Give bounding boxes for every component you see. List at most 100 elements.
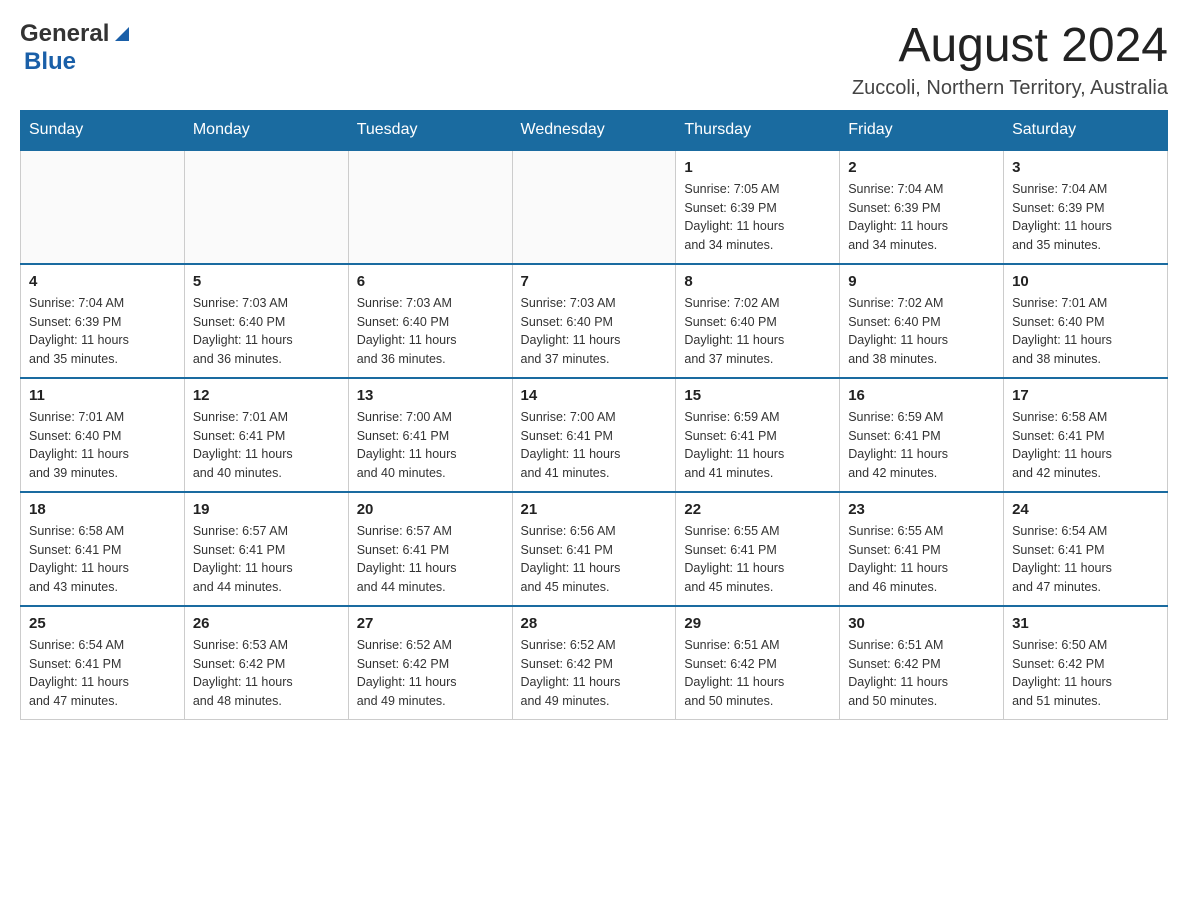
- day-number: 16: [848, 387, 995, 404]
- day-number: 27: [357, 615, 504, 632]
- day-number: 9: [848, 273, 995, 290]
- day-number: 17: [1012, 387, 1159, 404]
- day-info: Sunrise: 6:59 AM Sunset: 6:41 PM Dayligh…: [684, 408, 831, 483]
- day-cell: 24Sunrise: 6:54 AM Sunset: 6:41 PM Dayli…: [1004, 492, 1168, 606]
- day-number: 24: [1012, 501, 1159, 518]
- day-cell: 23Sunrise: 6:55 AM Sunset: 6:41 PM Dayli…: [840, 492, 1004, 606]
- day-info: Sunrise: 7:03 AM Sunset: 6:40 PM Dayligh…: [521, 294, 668, 369]
- day-info: Sunrise: 6:53 AM Sunset: 6:42 PM Dayligh…: [193, 636, 340, 711]
- day-info: Sunrise: 6:51 AM Sunset: 6:42 PM Dayligh…: [848, 636, 995, 711]
- day-info: Sunrise: 7:00 AM Sunset: 6:41 PM Dayligh…: [521, 408, 668, 483]
- day-number: 19: [193, 501, 340, 518]
- day-cell: 15 Sunrise: 6:59 AM Sunset: 6:41 PM Dayli…: [676, 378, 840, 492]
- day-info: Sunrise: 6:55 AM Sunset: 6:41 PM Dayligh…: [848, 522, 995, 597]
- page-header: General Blue August 2024 Zuccoli, Northe…: [20, 20, 1168, 100]
- day-info: Sunrise: 6:58 AM Sunset: 6:41 PM Dayligh…: [1012, 408, 1159, 483]
- calendar-header-saturday: Saturday: [1004, 110, 1168, 150]
- day-cell: 20Sunrise: 6:57 AM Sunset: 6:41 PM Dayli…: [348, 492, 512, 606]
- day-number: 1: [684, 159, 831, 176]
- day-cell: 26 Sunrise: 6:53 AM Sunset: 6:42 PM Dayli…: [184, 606, 348, 720]
- day-cell: 29 Sunrise: 6:51 AM Sunset: 6:42 PM Dayli…: [676, 606, 840, 720]
- day-number: 31: [1012, 615, 1159, 632]
- calendar-header-friday: Friday: [840, 110, 1004, 150]
- day-number: 18: [29, 501, 176, 518]
- day-number: 6: [357, 273, 504, 290]
- day-number: 30: [848, 615, 995, 632]
- day-cell: 9 Sunrise: 7:02 AM Sunset: 6:40 PM Daylig…: [840, 264, 1004, 378]
- week-row-4: 18 Sunrise: 6:58 AM Sunset: 6:41 PM Dayli…: [21, 492, 1168, 606]
- day-cell: 1Sunrise: 7:05 AM Sunset: 6:39 PM Daylig…: [676, 150, 840, 264]
- day-cell: 21 Sunrise: 6:56 AM Sunset: 6:41 PM Dayli…: [512, 492, 676, 606]
- day-cell: 25Sunrise: 6:54 AM Sunset: 6:41 PM Dayli…: [21, 606, 185, 720]
- day-number: 2: [848, 159, 995, 176]
- day-cell: 6 Sunrise: 7:03 AM Sunset: 6:40 PM Daylig…: [348, 264, 512, 378]
- day-info: Sunrise: 7:04 AM Sunset: 6:39 PM Dayligh…: [29, 294, 176, 369]
- day-cell: 13 Sunrise: 7:00 AM Sunset: 6:41 PM Dayli…: [348, 378, 512, 492]
- calendar-header-monday: Monday: [184, 110, 348, 150]
- day-number: 3: [1012, 159, 1159, 176]
- day-number: 8: [684, 273, 831, 290]
- calendar-header-tuesday: Tuesday: [348, 110, 512, 150]
- day-cell: 5Sunrise: 7:03 AM Sunset: 6:40 PM Daylig…: [184, 264, 348, 378]
- day-number: 26: [193, 615, 340, 632]
- calendar-header-thursday: Thursday: [676, 110, 840, 150]
- day-info: Sunrise: 6:52 AM Sunset: 6:42 PM Dayligh…: [521, 636, 668, 711]
- day-cell: [21, 150, 185, 264]
- week-row-2: 4 Sunrise: 7:04 AM Sunset: 6:39 PM Daylig…: [21, 264, 1168, 378]
- day-info: Sunrise: 6:55 AM Sunset: 6:41 PM Dayligh…: [684, 522, 831, 597]
- day-cell: [184, 150, 348, 264]
- day-cell: 17 Sunrise: 6:58 AM Sunset: 6:41 PM Dayli…: [1004, 378, 1168, 492]
- day-number: 15: [684, 387, 831, 404]
- day-info: Sunrise: 6:59 AM Sunset: 6:41 PM Dayligh…: [848, 408, 995, 483]
- day-number: 13: [357, 387, 504, 404]
- day-number: 12: [193, 387, 340, 404]
- day-number: 4: [29, 273, 176, 290]
- week-row-1: 1Sunrise: 7:05 AM Sunset: 6:39 PM Daylig…: [21, 150, 1168, 264]
- day-number: 7: [521, 273, 668, 290]
- day-cell: 12 Sunrise: 7:01 AM Sunset: 6:41 PM Dayli…: [184, 378, 348, 492]
- day-cell: 3 Sunrise: 7:04 AM Sunset: 6:39 PM Daylig…: [1004, 150, 1168, 264]
- logo-blue-text: Blue: [24, 48, 76, 76]
- day-cell: 8 Sunrise: 7:02 AM Sunset: 6:40 PM Daylig…: [676, 264, 840, 378]
- day-info: Sunrise: 7:00 AM Sunset: 6:41 PM Dayligh…: [357, 408, 504, 483]
- day-number: 22: [684, 501, 831, 518]
- day-info: Sunrise: 6:58 AM Sunset: 6:41 PM Dayligh…: [29, 522, 176, 597]
- day-number: 20: [357, 501, 504, 518]
- day-info: Sunrise: 6:51 AM Sunset: 6:42 PM Dayligh…: [684, 636, 831, 711]
- day-info: Sunrise: 7:03 AM Sunset: 6:40 PM Dayligh…: [357, 294, 504, 369]
- day-info: Sunrise: 7:03 AM Sunset: 6:40 PM Dayligh…: [193, 294, 340, 369]
- day-number: 28: [521, 615, 668, 632]
- day-info: Sunrise: 6:56 AM Sunset: 6:41 PM Dayligh…: [521, 522, 668, 597]
- day-cell: 2 Sunrise: 7:04 AM Sunset: 6:39 PM Daylig…: [840, 150, 1004, 264]
- day-info: Sunrise: 7:02 AM Sunset: 6:40 PM Dayligh…: [684, 294, 831, 369]
- day-number: 11: [29, 387, 176, 404]
- day-number: 14: [521, 387, 668, 404]
- day-cell: 7 Sunrise: 7:03 AM Sunset: 6:40 PM Daylig…: [512, 264, 676, 378]
- location-title: Zuccoli, Northern Territory, Australia: [852, 77, 1168, 100]
- calendar-header-sunday: Sunday: [21, 110, 185, 150]
- logo-general-text: General: [20, 20, 109, 48]
- week-row-5: 25Sunrise: 6:54 AM Sunset: 6:41 PM Dayli…: [21, 606, 1168, 720]
- day-number: 10: [1012, 273, 1159, 290]
- day-cell: [512, 150, 676, 264]
- day-cell: 10Sunrise: 7:01 AM Sunset: 6:40 PM Dayli…: [1004, 264, 1168, 378]
- day-info: Sunrise: 6:50 AM Sunset: 6:42 PM Dayligh…: [1012, 636, 1159, 711]
- day-number: 21: [521, 501, 668, 518]
- day-info: Sunrise: 7:02 AM Sunset: 6:40 PM Dayligh…: [848, 294, 995, 369]
- day-cell: 11 Sunrise: 7:01 AM Sunset: 6:40 PM Dayli…: [21, 378, 185, 492]
- day-info: Sunrise: 6:52 AM Sunset: 6:42 PM Dayligh…: [357, 636, 504, 711]
- day-cell: 18 Sunrise: 6:58 AM Sunset: 6:41 PM Dayli…: [21, 492, 185, 606]
- day-info: Sunrise: 7:01 AM Sunset: 6:40 PM Dayligh…: [29, 408, 176, 483]
- day-info: Sunrise: 7:01 AM Sunset: 6:41 PM Dayligh…: [193, 408, 340, 483]
- day-info: Sunrise: 7:04 AM Sunset: 6:39 PM Dayligh…: [848, 180, 995, 255]
- calendar-header-row: SundayMondayTuesdayWednesdayThursdayFrid…: [21, 110, 1168, 150]
- logo: General Blue: [20, 20, 133, 76]
- day-number: 29: [684, 615, 831, 632]
- day-cell: 19Sunrise: 6:57 AM Sunset: 6:41 PM Dayli…: [184, 492, 348, 606]
- day-cell: 22 Sunrise: 6:55 AM Sunset: 6:41 PM Dayli…: [676, 492, 840, 606]
- calendar-header-wednesday: Wednesday: [512, 110, 676, 150]
- day-info: Sunrise: 6:54 AM Sunset: 6:41 PM Dayligh…: [29, 636, 176, 711]
- day-info: Sunrise: 7:04 AM Sunset: 6:39 PM Dayligh…: [1012, 180, 1159, 255]
- week-row-3: 11 Sunrise: 7:01 AM Sunset: 6:40 PM Dayli…: [21, 378, 1168, 492]
- month-title: August 2024: [852, 20, 1168, 73]
